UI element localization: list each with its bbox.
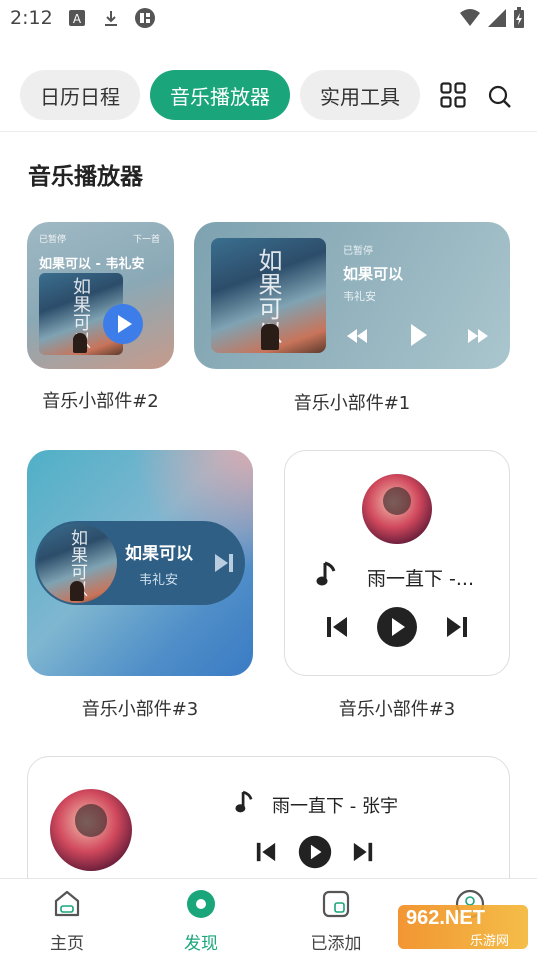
widget4-song-title: 雨一直下 - 张宇 xyxy=(272,796,398,817)
artist-avatar xyxy=(362,474,432,544)
widget1-artist: 韦礼安 xyxy=(343,290,376,303)
play-button[interactable] xyxy=(298,835,332,869)
music-note-icon xyxy=(235,790,253,813)
header-divider xyxy=(0,131,537,132)
added-icon xyxy=(322,890,350,918)
next-track-icon[interactable] xyxy=(213,552,235,574)
fast-forward-icon[interactable] xyxy=(466,327,490,345)
svg-text:A: A xyxy=(73,12,82,26)
widget1-caption: 音乐小部件#1 xyxy=(293,393,411,414)
music-widget-1[interactable]: 如果可以 已暂停 如果可以 韦礼安 xyxy=(194,222,510,369)
nav-discover-label: 发现 xyxy=(184,934,218,954)
search-icon[interactable] xyxy=(488,85,512,109)
tab-tools[interactable]: 实用工具 xyxy=(300,70,420,120)
nav-discover[interactable]: 发现 xyxy=(156,889,246,954)
nav-home[interactable]: 主页 xyxy=(22,889,112,954)
nav-home-label: 主页 xyxy=(50,934,84,954)
widget2-caption: 音乐小部件#2 xyxy=(42,391,159,412)
widget2-next-label: 下一首 xyxy=(132,235,160,245)
status-bar: 2:12 A xyxy=(0,0,537,38)
music-note-icon xyxy=(316,561,336,586)
download-icon xyxy=(105,11,117,26)
nav-added[interactable]: 已添加 xyxy=(291,889,381,954)
watermark: 962.NET 乐游网 xyxy=(398,905,528,949)
discover-icon xyxy=(187,890,215,918)
battery-icon xyxy=(514,7,524,28)
album-art: 如果可以 xyxy=(211,238,326,353)
tab-calendar[interactable]: 日历日程 xyxy=(20,70,140,120)
next-track-icon[interactable] xyxy=(352,841,374,863)
play-button[interactable] xyxy=(376,606,418,648)
category-tabs: 日历日程 音乐播放器 实用工具 xyxy=(20,70,420,120)
widget1-song-title: 如果可以 xyxy=(343,265,404,283)
pill-player: 如果可以 如果可以 韦礼安 xyxy=(35,521,245,605)
previous-track-icon[interactable] xyxy=(325,615,349,639)
widget1-state-label: 已暂停 xyxy=(343,246,373,257)
signal-icon xyxy=(488,9,506,27)
widget3a-caption: 音乐小部件#3 xyxy=(81,699,199,720)
font-icon: A xyxy=(69,10,85,26)
widget3a-artist: 韦礼安 xyxy=(139,573,179,588)
widget2-state-label: 已暂停 xyxy=(39,235,67,245)
artist-avatar xyxy=(50,789,132,871)
widget3a-song-title: 如果可以 xyxy=(125,544,193,564)
next-track-icon[interactable] xyxy=(445,615,469,639)
home-icon xyxy=(54,890,80,917)
play-button[interactable] xyxy=(102,303,144,345)
tab-music-player[interactable]: 音乐播放器 xyxy=(150,70,290,120)
rewind-icon[interactable] xyxy=(345,327,369,345)
section-title: 音乐播放器 xyxy=(28,164,143,190)
widget3b-song-title: 雨一直下 -... xyxy=(367,568,475,590)
grid-view-icon[interactable] xyxy=(440,82,466,108)
widget3b-caption: 音乐小部件#3 xyxy=(338,699,456,720)
watermark-subtext: 乐游网 xyxy=(470,934,510,949)
app-notification-icon xyxy=(135,8,155,28)
previous-track-icon[interactable] xyxy=(255,841,277,863)
status-time: 2:12 xyxy=(10,7,53,29)
watermark-text: 962.NET xyxy=(406,907,485,929)
wifi-icon xyxy=(460,9,480,26)
music-widget-3-gradient[interactable]: 如果可以 如果可以 韦礼安 xyxy=(27,450,253,676)
album-art: 如果可以 xyxy=(37,523,117,603)
widget2-song-title: 如果可以 - 韦礼安 xyxy=(39,257,145,272)
music-widget-2[interactable]: 已暂停 下一首 如果可以 - 韦礼安 如果可以 xyxy=(27,222,174,369)
play-icon[interactable] xyxy=(409,322,429,348)
nav-added-label: 已添加 xyxy=(310,934,362,954)
music-widget-3-white[interactable]: 雨一直下 -... xyxy=(284,450,510,676)
